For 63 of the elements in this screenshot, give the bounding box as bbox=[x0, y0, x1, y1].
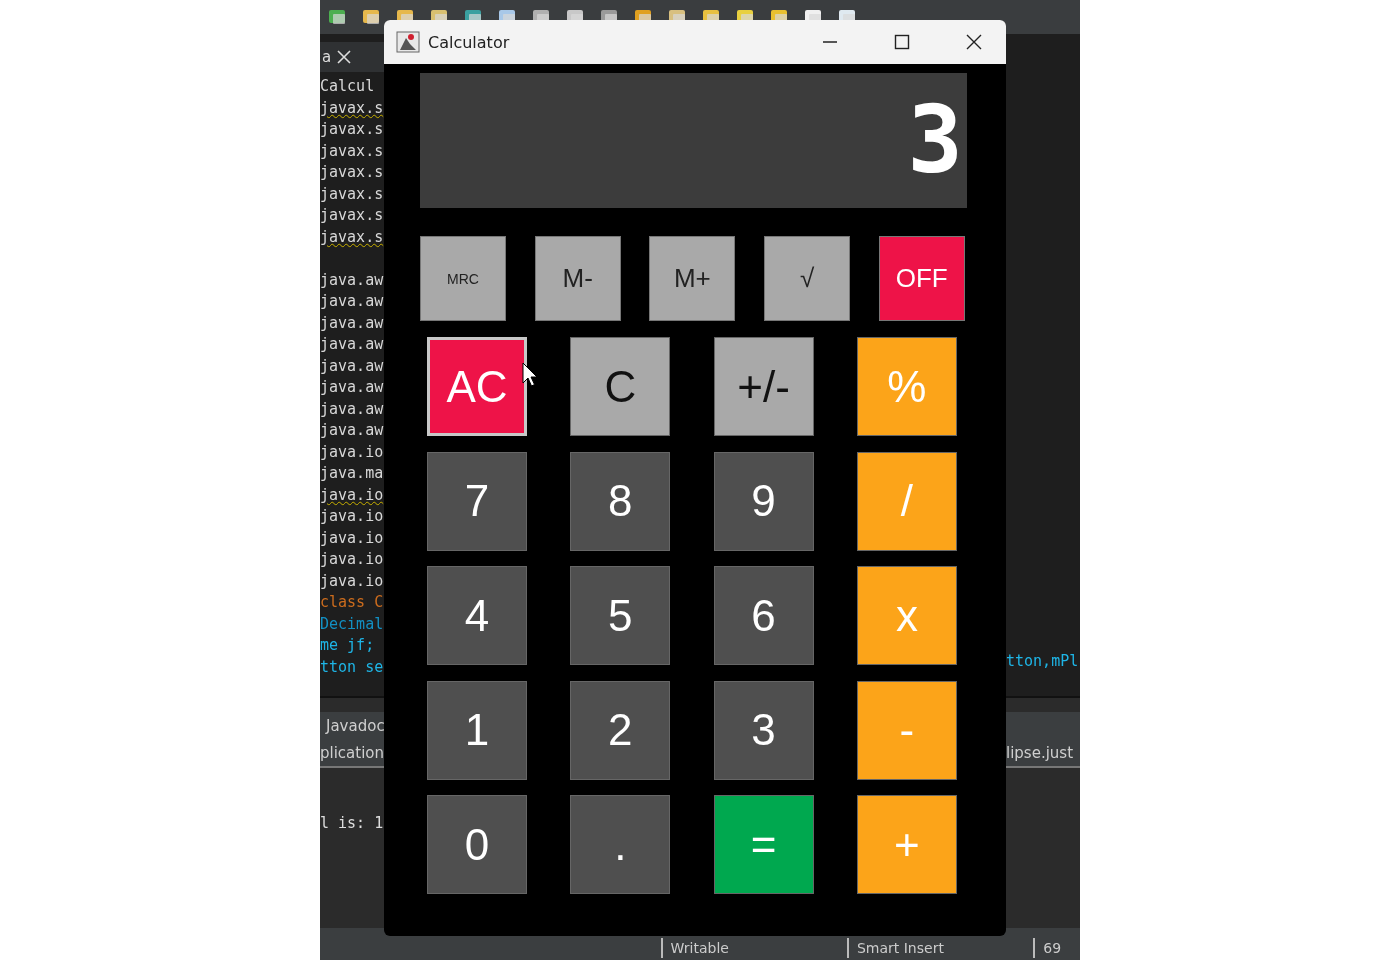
code-line: java.io bbox=[320, 570, 384, 592]
calculator-key[interactable]: 2 bbox=[570, 680, 671, 780]
calculator-key[interactable]: 9 bbox=[713, 451, 814, 551]
editor-tab[interactable]: a bbox=[320, 42, 384, 72]
calculator-key[interactable]: 0 bbox=[427, 795, 527, 894]
code-line: class C bbox=[320, 592, 384, 613]
calculator-key[interactable]: C bbox=[570, 337, 671, 436]
calculator-key[interactable]: 8 bbox=[570, 451, 671, 551]
calculator-key[interactable]: 7 bbox=[427, 451, 527, 551]
code-line: java.aw bbox=[320, 312, 384, 334]
code-line: javax.s bbox=[320, 140, 384, 162]
code-line: java.aw bbox=[320, 269, 384, 291]
close-icon[interactable] bbox=[337, 50, 352, 64]
maximize-icon bbox=[894, 34, 910, 50]
display-value: 3 bbox=[907, 94, 963, 187]
code-line: java.aw bbox=[320, 291, 384, 312]
code-line: me jf; bbox=[320, 635, 376, 656]
code-line: Decimal bbox=[320, 613, 384, 635]
code-line: javax.s bbox=[320, 97, 384, 119]
calculator-key[interactable]: 4 bbox=[427, 566, 527, 665]
close-icon bbox=[966, 34, 982, 50]
code-line: javax.s bbox=[320, 162, 384, 183]
window-title: Calculator bbox=[428, 32, 511, 52]
mouse-pointer-icon bbox=[522, 362, 538, 388]
memory-button[interactable]: M- bbox=[534, 236, 621, 321]
code-line: java.aw bbox=[320, 355, 384, 377]
calculator-key[interactable]: 6 bbox=[713, 566, 814, 665]
calculator-key[interactable]: . bbox=[570, 795, 671, 894]
code-line: java.aw bbox=[320, 398, 384, 420]
code-line: java.io bbox=[320, 484, 384, 506]
code-line: java.aw bbox=[320, 377, 384, 398]
console-header: lipse.just bbox=[1006, 740, 1080, 768]
status-item: Smart Insert bbox=[846, 938, 1034, 958]
calculator-key[interactable]: +/- bbox=[713, 337, 814, 436]
code-line: java.io bbox=[320, 549, 384, 570]
code-line: javax.s bbox=[320, 226, 384, 248]
code-line: tton se bbox=[320, 656, 384, 678]
memory-button[interactable]: √ bbox=[764, 236, 851, 321]
calculator-key[interactable]: 3 bbox=[713, 680, 814, 780]
status-item: Writable bbox=[660, 938, 847, 958]
code-line: java.aw bbox=[320, 420, 384, 441]
code-line: tton,mPl bbox=[1006, 650, 1080, 672]
memory-button[interactable]: MRC bbox=[420, 236, 506, 321]
code-line: Calcul bbox=[320, 76, 376, 97]
code-line: javax.s bbox=[320, 183, 384, 205]
code-line: java.io bbox=[320, 506, 384, 527]
calculator-key[interactable]: 5 bbox=[570, 566, 671, 665]
code-line: javax.s bbox=[320, 119, 384, 140]
code-line: java.aw bbox=[320, 334, 384, 355]
app-icon bbox=[396, 30, 420, 54]
code-line: java.io bbox=[320, 527, 384, 549]
code-line: java.ma bbox=[320, 463, 384, 484]
console-output: l is: 1 bbox=[320, 814, 384, 832]
memory-button[interactable]: M+ bbox=[649, 236, 736, 321]
code-line: java.io bbox=[320, 441, 384, 463]
javadoc-tab[interactable]: Javadoc bbox=[320, 712, 384, 740]
calculator-key[interactable]: AC bbox=[427, 337, 527, 436]
status-item: 69 bbox=[1033, 938, 1080, 958]
console-header: plication bbox=[320, 740, 384, 768]
code-line: javax.s bbox=[320, 205, 384, 226]
calculator-key[interactable]: 1 bbox=[427, 680, 527, 780]
minimize-icon bbox=[822, 41, 838, 43]
memory-button[interactable]: OFF bbox=[878, 236, 965, 321]
